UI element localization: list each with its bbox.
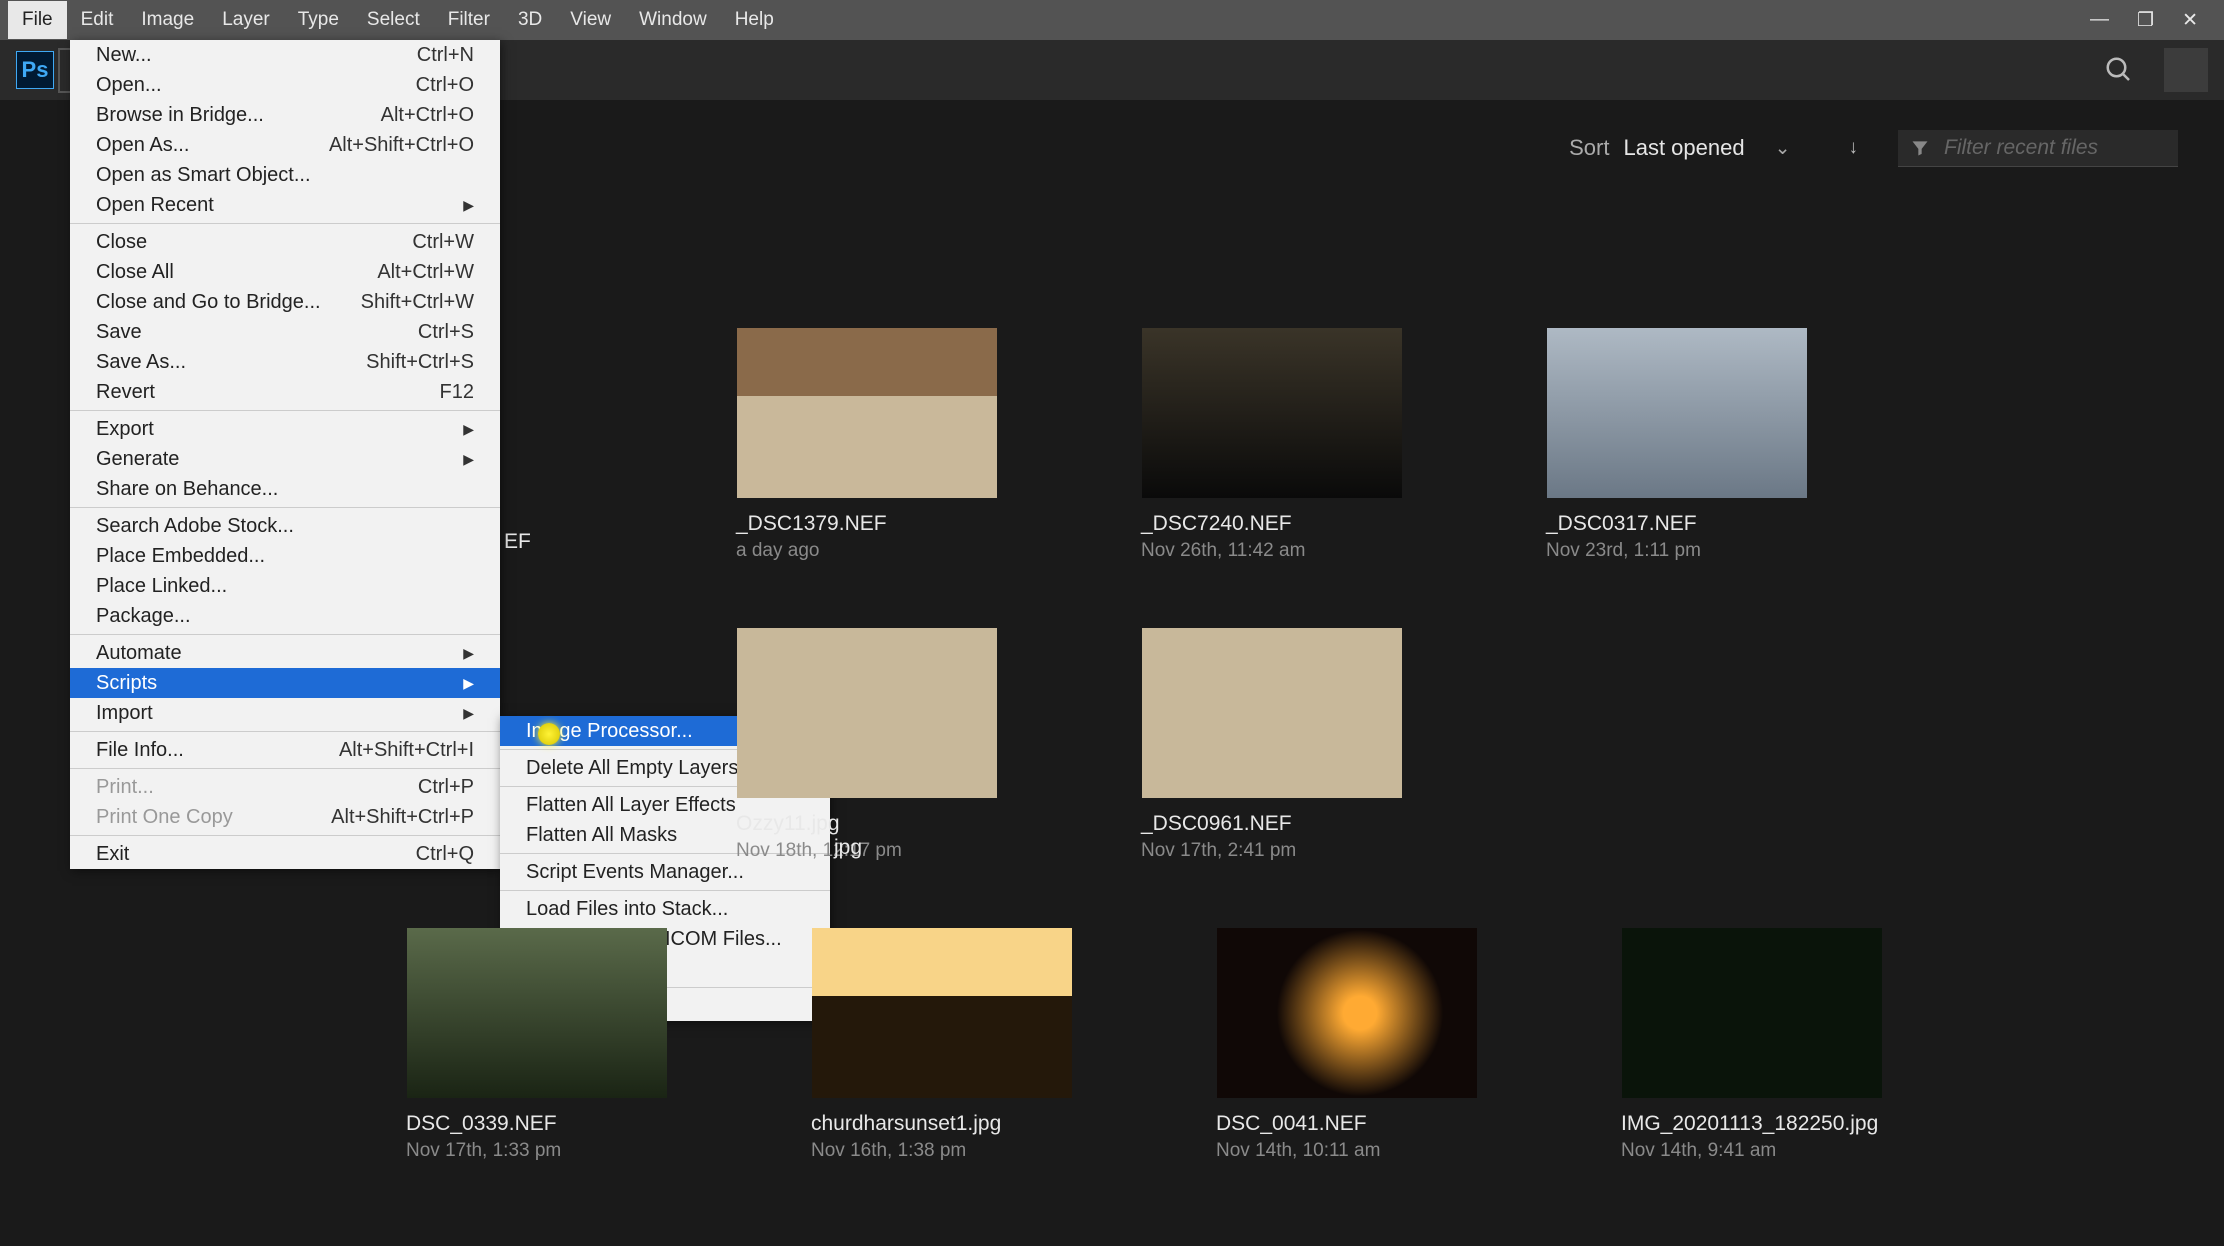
recent-file-thumb[interactable]: DSC_0339.NEF Nov 17th, 1:33 pm (370, 928, 703, 1162)
thumb-timestamp: Nov 18th, 12:17 pm (700, 840, 1033, 862)
funnel-icon (1910, 138, 1930, 158)
menubar: FileEditImageLayerTypeSelectFilter3DView… (0, 0, 2224, 40)
close-icon[interactable]: ✕ (2182, 9, 2198, 32)
thumb-filename: _DSC0961.NEF (1105, 812, 1438, 836)
file-menu-search-adobe-stock-[interactable]: Search Adobe Stock... (70, 511, 500, 541)
file-menu-save-as-[interactable]: Save As...Shift+Ctrl+S (70, 347, 500, 377)
file-menu-package-[interactable]: Package... (70, 601, 500, 631)
submenu-arrow-icon: ▶ (463, 421, 474, 438)
thumbnail-image (737, 628, 997, 798)
file-menu-close-all[interactable]: Close AllAlt+Ctrl+W (70, 257, 500, 287)
submenu-arrow-icon: ▶ (463, 675, 474, 692)
menu-type[interactable]: Type (284, 1, 353, 39)
file-menu-file-info-[interactable]: File Info...Alt+Shift+Ctrl+I (70, 735, 500, 765)
thumbnail-image (1142, 628, 1402, 798)
menu-select[interactable]: Select (353, 1, 434, 39)
search-icon[interactable] (2098, 49, 2140, 91)
submenu-arrow-icon: ▶ (463, 197, 474, 214)
recent-file-thumb[interactable]: _DSC0317.NEF Nov 23rd, 1:11 pm (1510, 328, 1843, 562)
sort-direction-icon[interactable]: ↓ (1849, 137, 1859, 159)
submenu-arrow-icon: ▶ (463, 705, 474, 722)
file-menu-generate[interactable]: Generate▶ (70, 444, 500, 474)
menu-3d[interactable]: 3D (504, 1, 556, 39)
submenu-arrow-icon: ▶ (463, 451, 474, 468)
thumbnail-image (1547, 328, 1807, 498)
file-menu-place-linked-[interactable]: Place Linked... (70, 571, 500, 601)
filter-input[interactable]: Filter recent files (1898, 130, 2178, 167)
thumbnail-image (1622, 928, 1882, 1098)
file-menu-print-one-copy: Print One CopyAlt+Shift+Ctrl+P (70, 802, 500, 832)
file-menu-place-embedded-[interactable]: Place Embedded... (70, 541, 500, 571)
file-menu-browse-in-bridge-[interactable]: Browse in Bridge...Alt+Ctrl+O (70, 100, 500, 130)
thumb-filename: _DSC0317.NEF (1510, 512, 1843, 536)
file-menu-dropdown: New...Ctrl+NOpen...Ctrl+OBrowse in Bridg… (70, 40, 500, 869)
file-menu-revert[interactable]: RevertF12 (70, 377, 500, 407)
scripts-menu-load-files-into-stack-[interactable]: Load Files into Stack... (500, 894, 830, 924)
file-menu-close[interactable]: CloseCtrl+W (70, 227, 500, 257)
thumb-timestamp: Nov 14th, 10:11 am (1180, 1140, 1513, 1162)
thumbnail-image (407, 928, 667, 1098)
thumbnail-image (1217, 928, 1477, 1098)
thumbnail-image (737, 328, 997, 498)
file-menu-import[interactable]: Import▶ (70, 698, 500, 728)
photoshop-logo-icon: Ps (16, 51, 54, 89)
thumb-timestamp: Nov 16th, 1:38 pm (775, 1140, 1108, 1162)
thumb-filename-truncated: jpg (834, 836, 862, 860)
menu-view[interactable]: View (556, 1, 625, 39)
thumb-timestamp: Nov 26th, 11:42 am (1105, 540, 1438, 562)
recent-file-thumb[interactable]: churdharsunset1.jpg Nov 16th, 1:38 pm (775, 928, 1108, 1162)
menu-window[interactable]: Window (625, 1, 721, 39)
file-menu-share-on-behance-[interactable]: Share on Behance... (70, 474, 500, 504)
recent-file-thumb[interactable]: _DSC0961.NEF Nov 17th, 2:41 pm (1105, 628, 1438, 862)
file-menu-close-and-go-to-bridge-[interactable]: Close and Go to Bridge...Shift+Ctrl+W (70, 287, 500, 317)
file-menu-open-[interactable]: Open...Ctrl+O (70, 70, 500, 100)
thumb-filename: Ozzy11.jpg (700, 812, 1033, 836)
recent-file-thumb[interactable]: Ozzy11.jpg Nov 18th, 12:17 pm (700, 628, 1033, 862)
thumb-timestamp: a day ago (700, 540, 1033, 562)
account-placeholder[interactable] (2164, 48, 2208, 92)
recent-file-thumb[interactable]: _DSC1379.NEFa day ago (700, 328, 1033, 562)
recent-file-thumb[interactable]: DSC_0041.NEF Nov 14th, 10:11 am (1180, 928, 1513, 1162)
file-menu-automate[interactable]: Automate▶ (70, 638, 500, 668)
menu-image[interactable]: Image (127, 1, 208, 39)
menu-filter[interactable]: Filter (434, 1, 504, 39)
file-menu-open-recent[interactable]: Open Recent▶ (70, 190, 500, 220)
file-menu-print-: Print...Ctrl+P (70, 772, 500, 802)
thumbnail-image (812, 928, 1072, 1098)
thumbnail-image (1142, 328, 1402, 498)
file-menu-open-as-smart-object-[interactable]: Open as Smart Object... (70, 160, 500, 190)
thumb-filename: IMG_20201113_182250.jpg (1585, 1112, 1918, 1136)
recent-file-thumb[interactable]: _DSC7240.NEF Nov 26th, 11:42 am (1105, 328, 1438, 562)
cursor-highlight-icon (538, 723, 560, 745)
thumb-filename: DSC_0041.NEF (1180, 1112, 1513, 1136)
submenu-arrow-icon: ▶ (463, 645, 474, 662)
thumb-filename-truncated: EF (504, 530, 531, 554)
thumb-filename: _DSC1379.NEF (700, 512, 1033, 536)
recent-file-thumb[interactable]: IMG_20201113_182250.jpg Nov 14th, 9:41 am (1585, 928, 1918, 1162)
maximize-icon[interactable]: ❐ (2137, 9, 2154, 32)
file-menu-open-as-[interactable]: Open As...Alt+Shift+Ctrl+O (70, 130, 500, 160)
thumb-timestamp: Nov 17th, 1:33 pm (370, 1140, 703, 1162)
menu-layer[interactable]: Layer (208, 1, 284, 39)
chevron-down-icon[interactable]: ⌄ (1775, 137, 1791, 160)
thumb-timestamp: Nov 14th, 9:41 am (1585, 1140, 1918, 1162)
file-menu-new-[interactable]: New...Ctrl+N (70, 40, 500, 70)
file-menu-scripts[interactable]: Scripts▶ (70, 668, 500, 698)
minimize-icon[interactable]: — (2090, 9, 2109, 32)
thumb-filename: DSC_0339.NEF (370, 1112, 703, 1136)
window-controls: — ❐ ✕ (2090, 9, 2216, 32)
menu-help[interactable]: Help (721, 1, 788, 39)
thumb-timestamp: Nov 17th, 2:41 pm (1105, 840, 1438, 862)
file-menu-save[interactable]: SaveCtrl+S (70, 317, 500, 347)
file-menu-export[interactable]: Export▶ (70, 414, 500, 444)
thumb-filename: churdharsunset1.jpg (775, 1112, 1108, 1136)
sort-label: Sort (1569, 135, 1609, 161)
menu-file[interactable]: File (8, 1, 67, 39)
file-menu-exit[interactable]: ExitCtrl+Q (70, 839, 500, 869)
menu-edit[interactable]: Edit (67, 1, 128, 39)
thumb-timestamp: Nov 23rd, 1:11 pm (1510, 540, 1843, 562)
thumb-filename: _DSC7240.NEF (1105, 512, 1438, 536)
sort-dropdown[interactable]: Last opened (1623, 135, 1744, 161)
